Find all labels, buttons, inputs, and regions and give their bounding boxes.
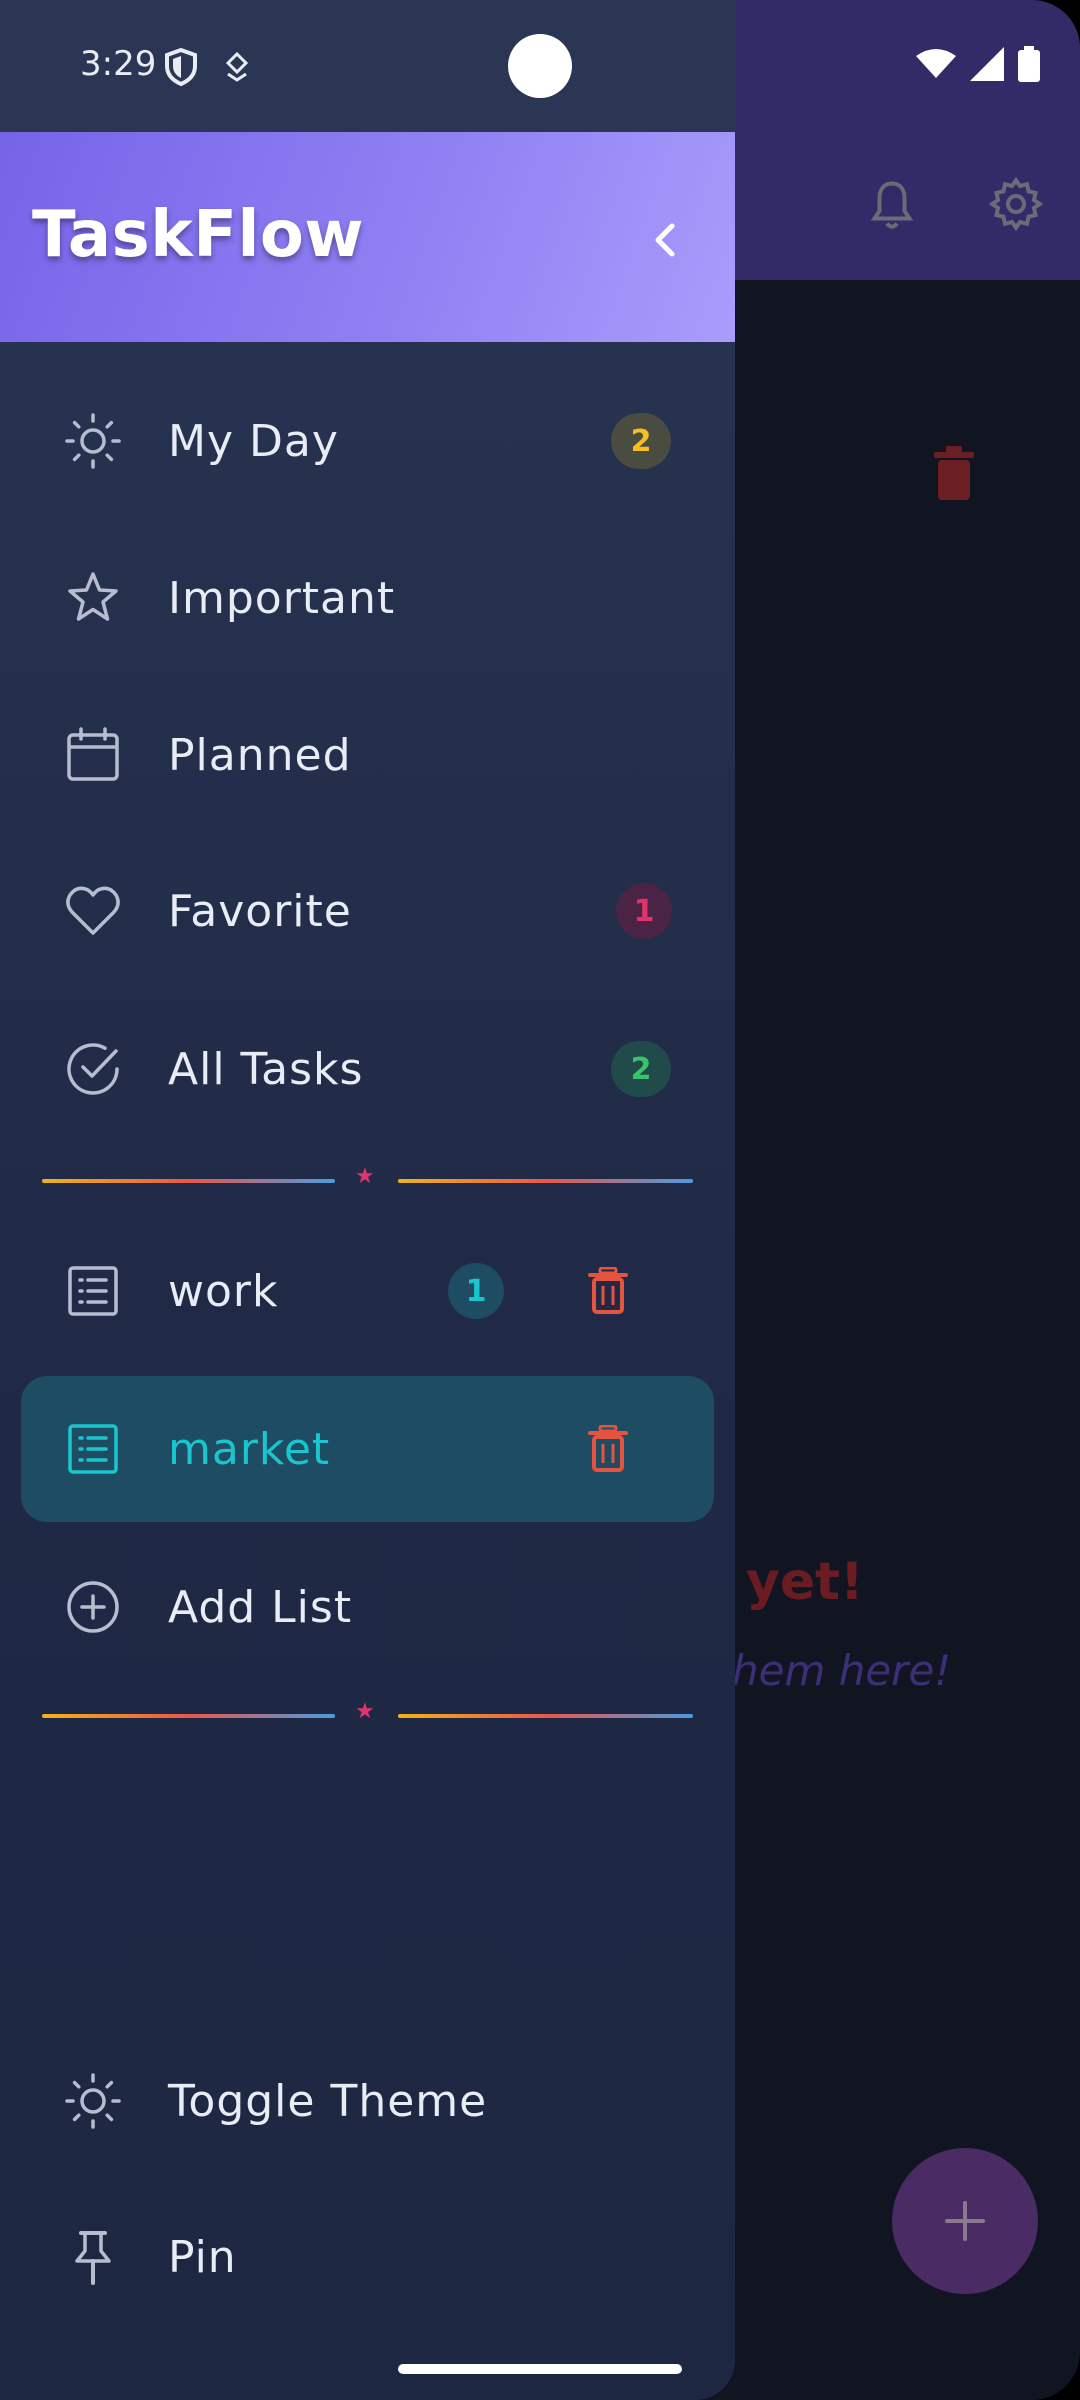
background-trash-icon[interactable] — [934, 446, 974, 500]
list-label-work: work — [168, 1265, 279, 1317]
plus-circle-icon — [60, 1574, 126, 1640]
star-icon — [60, 565, 126, 631]
nav-item-important[interactable]: Important — [0, 523, 735, 673]
status-time: 3:29 — [80, 44, 157, 84]
nav-label-all-tasks: All Tasks — [168, 1043, 364, 1095]
section-divider: ★ — [42, 1166, 693, 1188]
notification-bell-icon[interactable] — [862, 176, 922, 236]
wifi-icon — [916, 49, 956, 78]
sun-icon — [60, 2068, 126, 2134]
work-count-badge: 1 — [448, 1263, 504, 1319]
sun-icon — [60, 408, 126, 474]
list-item-work[interactable]: work 1 — [0, 1216, 735, 1366]
toggle-theme-button[interactable]: Toggle Theme — [0, 2026, 735, 2176]
nav-item-planned[interactable]: Planned — [0, 680, 735, 830]
my-day-count-badge: 2 — [611, 413, 671, 469]
settings-gear-icon[interactable] — [986, 174, 1046, 234]
battery-icon — [1018, 46, 1040, 82]
list-item-market[interactable]: market — [0, 1374, 735, 1524]
nav-label-planned: Planned — [168, 729, 352, 781]
signal-icon — [970, 47, 1004, 81]
toggle-theme-label: Toggle Theme — [168, 2075, 488, 2127]
close-drawer-button[interactable] — [640, 214, 692, 266]
camera-cutout — [508, 34, 572, 98]
home-indicator[interactable] — [398, 2364, 682, 2374]
divider-star-icon: ★ — [355, 1699, 375, 1724]
list-icon — [60, 1258, 126, 1324]
add-task-fab[interactable] — [892, 2148, 1038, 2294]
delete-list-trash-icon[interactable] — [588, 1267, 628, 1315]
location-pin-icon — [225, 52, 249, 82]
app-title: TaskFlow — [32, 198, 364, 272]
favorite-count-badge: 1 — [616, 883, 672, 939]
drawer-header: TaskFlow — [0, 132, 735, 342]
navigation-drawer: 3:29 TaskFlow My Day 2 Important Planned — [0, 0, 735, 2400]
chevron-left-icon — [655, 223, 675, 257]
pin-label: Pin — [168, 2231, 237, 2283]
nav-label-important: Important — [168, 572, 396, 624]
check-circle-icon — [60, 1036, 126, 1102]
shield-icon — [165, 48, 197, 86]
nav-label-favorite: Favorite — [168, 885, 352, 937]
delete-list-trash-icon[interactable] — [588, 1425, 628, 1473]
all-tasks-count-badge: 2 — [611, 1041, 671, 1097]
status-bar: 3:29 — [0, 0, 735, 132]
divider-star-icon: ★ — [355, 1164, 375, 1189]
list-label-market: market — [168, 1423, 331, 1475]
status-right-icons — [916, 46, 1040, 82]
heart-icon — [60, 878, 126, 944]
calendar-icon — [60, 722, 126, 788]
add-list-button[interactable]: Add List — [0, 1532, 735, 1682]
empty-state-title: yet! — [746, 1552, 864, 1612]
pin-icon — [60, 2224, 126, 2290]
nav-label-my-day: My Day — [168, 415, 339, 467]
nav-item-favorite[interactable]: Favorite 1 — [0, 836, 735, 986]
nav-item-my-day[interactable]: My Day 2 — [0, 366, 735, 516]
empty-state-subtitle: hem here! — [732, 1646, 952, 1695]
plus-icon — [945, 2201, 985, 2241]
add-list-label: Add List — [168, 1581, 353, 1633]
pin-button[interactable]: Pin — [0, 2182, 735, 2332]
nav-item-all-tasks[interactable]: All Tasks 2 — [0, 994, 735, 1144]
list-icon — [60, 1416, 126, 1482]
section-divider: ★ — [42, 1701, 693, 1723]
